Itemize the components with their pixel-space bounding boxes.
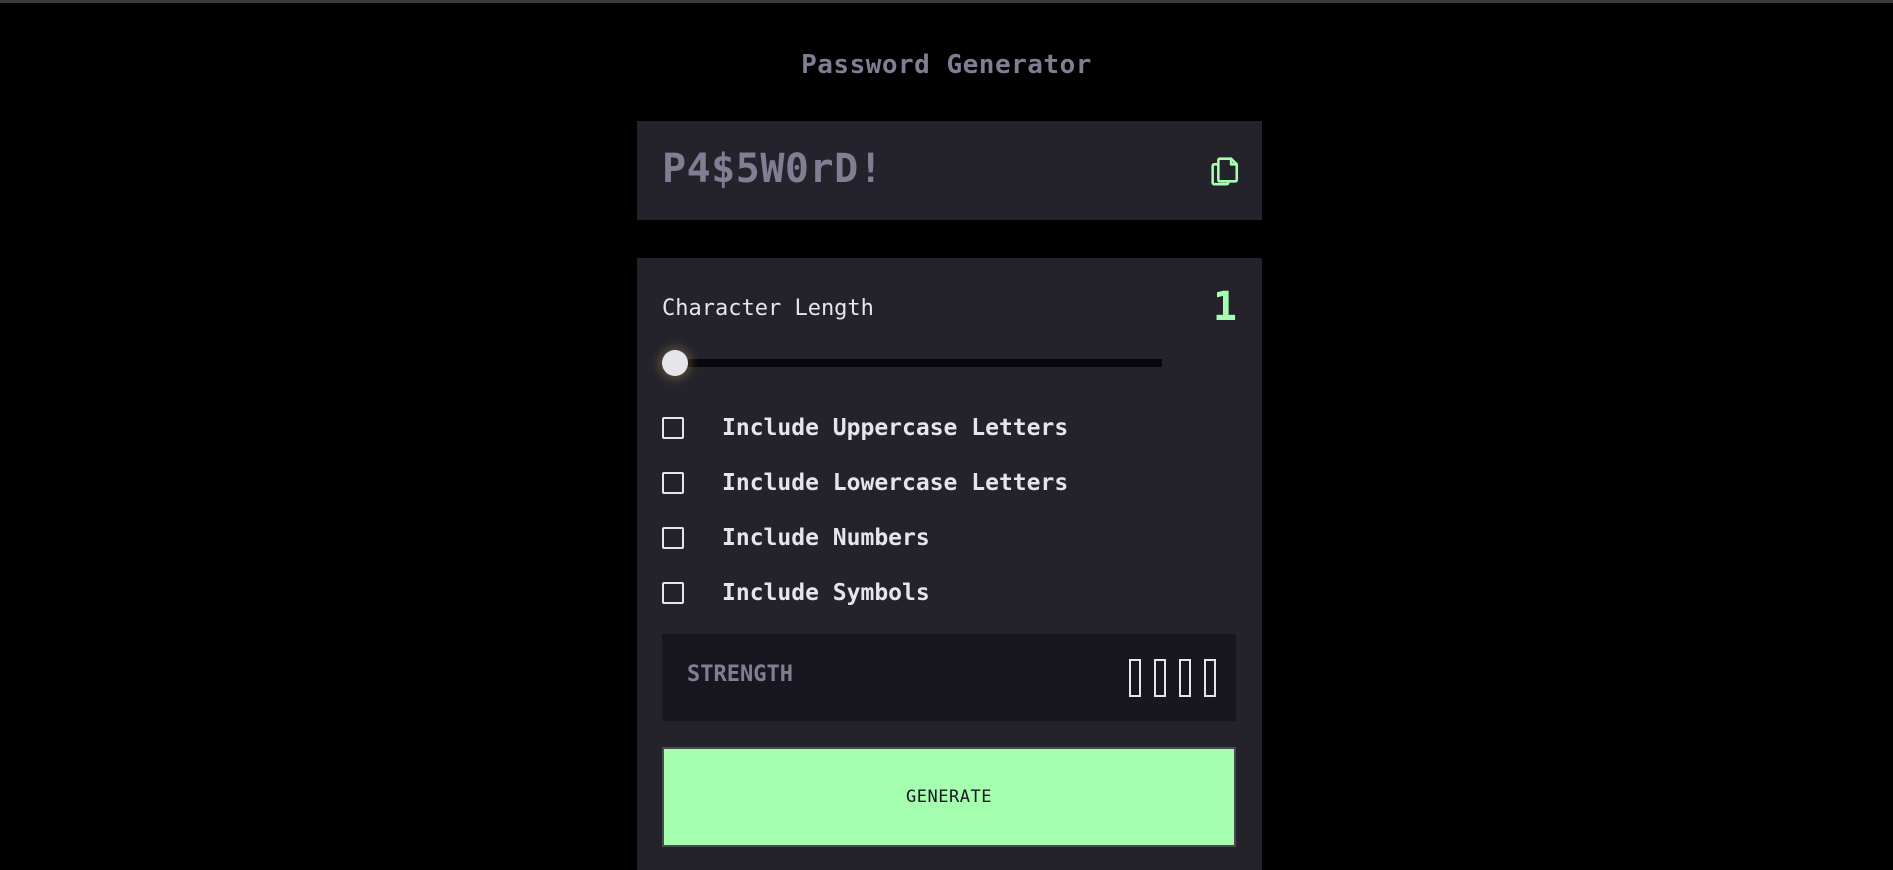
settings-panel: Character Length 1 Include Uppercase Let… [637, 258, 1262, 870]
generate-button[interactable]: GENERATE [662, 747, 1236, 847]
option-label: Include Symbols [722, 580, 930, 606]
slider-track[interactable] [662, 359, 1162, 367]
lowercase-checkbox[interactable] [662, 472, 684, 494]
page-title: Password Generator [801, 50, 1092, 80]
option-uppercase[interactable]: Include Uppercase Letters [662, 413, 1068, 443]
strength-bar [1179, 659, 1191, 697]
option-numbers[interactable]: Include Numbers [662, 523, 930, 553]
strength-label: STRENGTH [687, 662, 793, 687]
option-label: Include Lowercase Letters [722, 470, 1069, 496]
strength-bars [1129, 659, 1216, 697]
password-display: P4$5W0rD! [637, 121, 1262, 220]
symbols-checkbox[interactable] [662, 582, 684, 604]
generate-label: GENERATE [906, 787, 992, 807]
strength-bar [1204, 659, 1216, 697]
slider-thumb[interactable] [662, 350, 688, 376]
option-symbols[interactable]: Include Symbols [662, 578, 930, 608]
strength-meter: STRENGTH [662, 634, 1236, 721]
character-length-value: 1 [1212, 284, 1237, 330]
numbers-checkbox[interactable] [662, 527, 684, 549]
window-top-border [0, 0, 1893, 3]
uppercase-checkbox[interactable] [662, 417, 684, 439]
password-output: P4$5W0rD! [662, 146, 884, 192]
strength-bar [1154, 659, 1166, 697]
strength-bar [1129, 659, 1141, 697]
copy-icon [1211, 157, 1239, 186]
option-label: Include Numbers [722, 525, 930, 551]
copy-button[interactable] [1207, 153, 1241, 187]
option-lowercase[interactable]: Include Lowercase Letters [662, 468, 1068, 498]
character-length-slider[interactable] [662, 350, 1162, 376]
character-length-label: Character Length [662, 296, 874, 321]
option-label: Include Uppercase Letters [722, 415, 1069, 441]
